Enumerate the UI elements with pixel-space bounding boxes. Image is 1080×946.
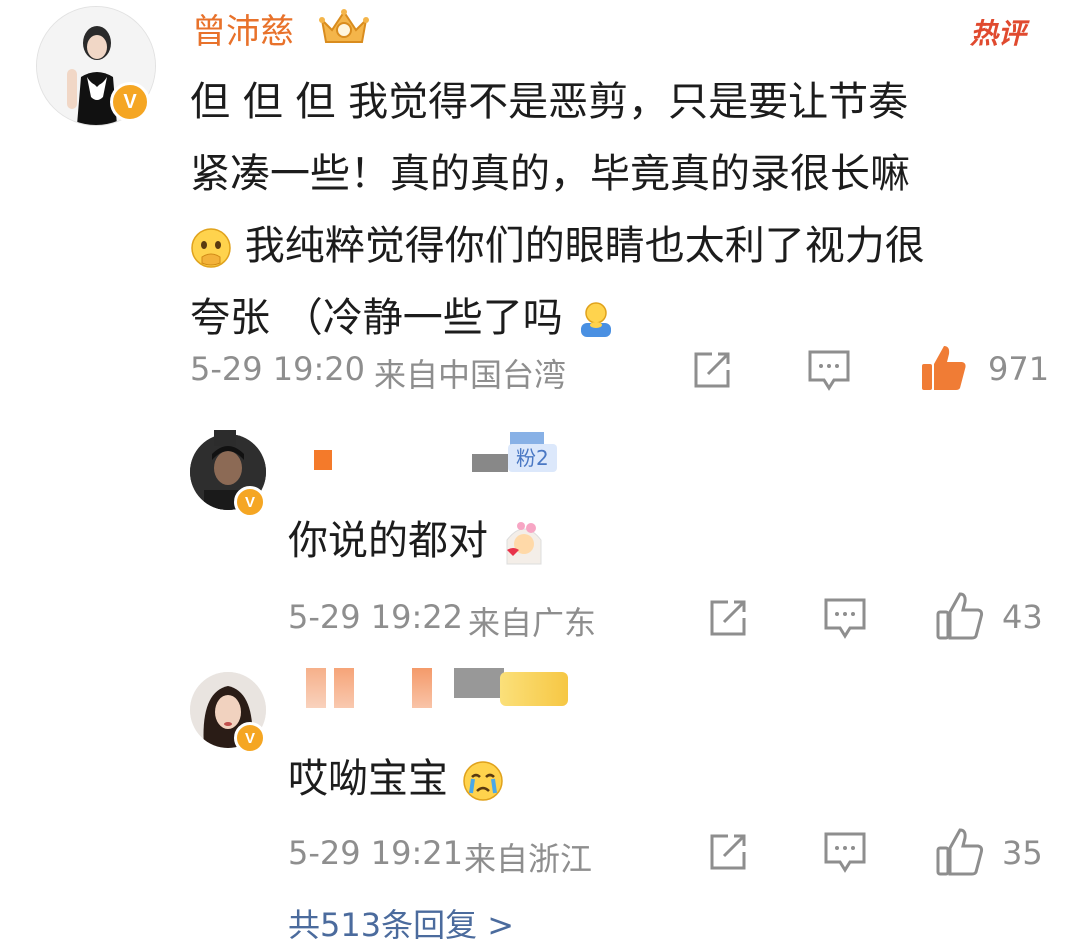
- reply-time: 5-29 19:21: [288, 834, 464, 872]
- share-icon[interactable]: [690, 348, 734, 392]
- verified-badge: V: [234, 722, 266, 754]
- bride-emoji-icon: [506, 522, 542, 565]
- reply-location: 来自浙江: [464, 840, 593, 878]
- reply-body: 你说的都对: [288, 508, 547, 566]
- censored-username: [472, 454, 508, 472]
- comment-line: 紧凑一些！真的真的，毕竟真的录很长嘛: [190, 151, 910, 197]
- fan-badge-text: 粉2: [516, 446, 549, 470]
- crying-emoji-icon: [462, 761, 503, 801]
- comment-icon[interactable]: [822, 830, 868, 874]
- censored-username: [412, 668, 432, 708]
- reply-time: 5-29 19:22: [288, 598, 464, 636]
- comment-line-text: 夸张 （冷静一些了吗: [190, 295, 563, 341]
- share-icon[interactable]: [706, 596, 750, 640]
- censored-username: [306, 668, 326, 708]
- censored-username: [454, 668, 504, 698]
- comment-line-text: 我纯粹觉得你们的眼睛也太利了视力很: [244, 223, 925, 269]
- censored-username: [314, 450, 332, 470]
- comment-time: 5-29 19:20: [190, 350, 366, 388]
- like-count: 971: [988, 350, 1050, 388]
- comment-line: 但 但 但 我觉得不是恶剪，只是要让节奏: [190, 79, 909, 125]
- comment-icon[interactable]: [806, 348, 852, 392]
- bowing-emoji-icon: [581, 302, 612, 337]
- like-icon-active[interactable]: [918, 342, 970, 394]
- reply-location: 来自广东: [468, 604, 597, 642]
- like-count: 35: [1002, 834, 1043, 872]
- censored-username: [334, 668, 354, 708]
- reply-text: 哎呦宝宝: [288, 756, 448, 802]
- author-name[interactable]: 曾沛慈: [192, 4, 294, 53]
- censored-username: [214, 430, 236, 446]
- comment-location: 来自中国台湾: [374, 356, 567, 394]
- pleading-emoji-icon: [191, 228, 231, 268]
- share-icon[interactable]: [706, 830, 750, 874]
- crown-badge-icon: [319, 9, 369, 43]
- more-replies-link[interactable]: 共513条回复 >: [288, 900, 514, 946]
- verified-badge: V: [234, 486, 266, 518]
- comment-line: 我纯粹觉得你们的眼睛也太利了视力很: [190, 210, 1050, 282]
- like-icon[interactable]: [934, 826, 986, 878]
- like-count: 43: [1002, 598, 1043, 636]
- comment-body: 但 但 但 我觉得不是恶剪，只是要让节奏 紧凑一些！真的真的，毕竟真的录很长嘛 …: [190, 66, 1050, 354]
- reply-text: 你说的都对: [288, 518, 488, 564]
- verified-badge: V: [110, 82, 150, 122]
- vip-badge: [500, 672, 568, 706]
- hot-comment-tag: 热评: [969, 17, 1026, 50]
- comment-icon[interactable]: [822, 596, 868, 640]
- reply-body: 哎呦宝宝: [288, 746, 505, 804]
- fan-badge: 粉2: [508, 444, 557, 472]
- like-icon[interactable]: [934, 590, 986, 642]
